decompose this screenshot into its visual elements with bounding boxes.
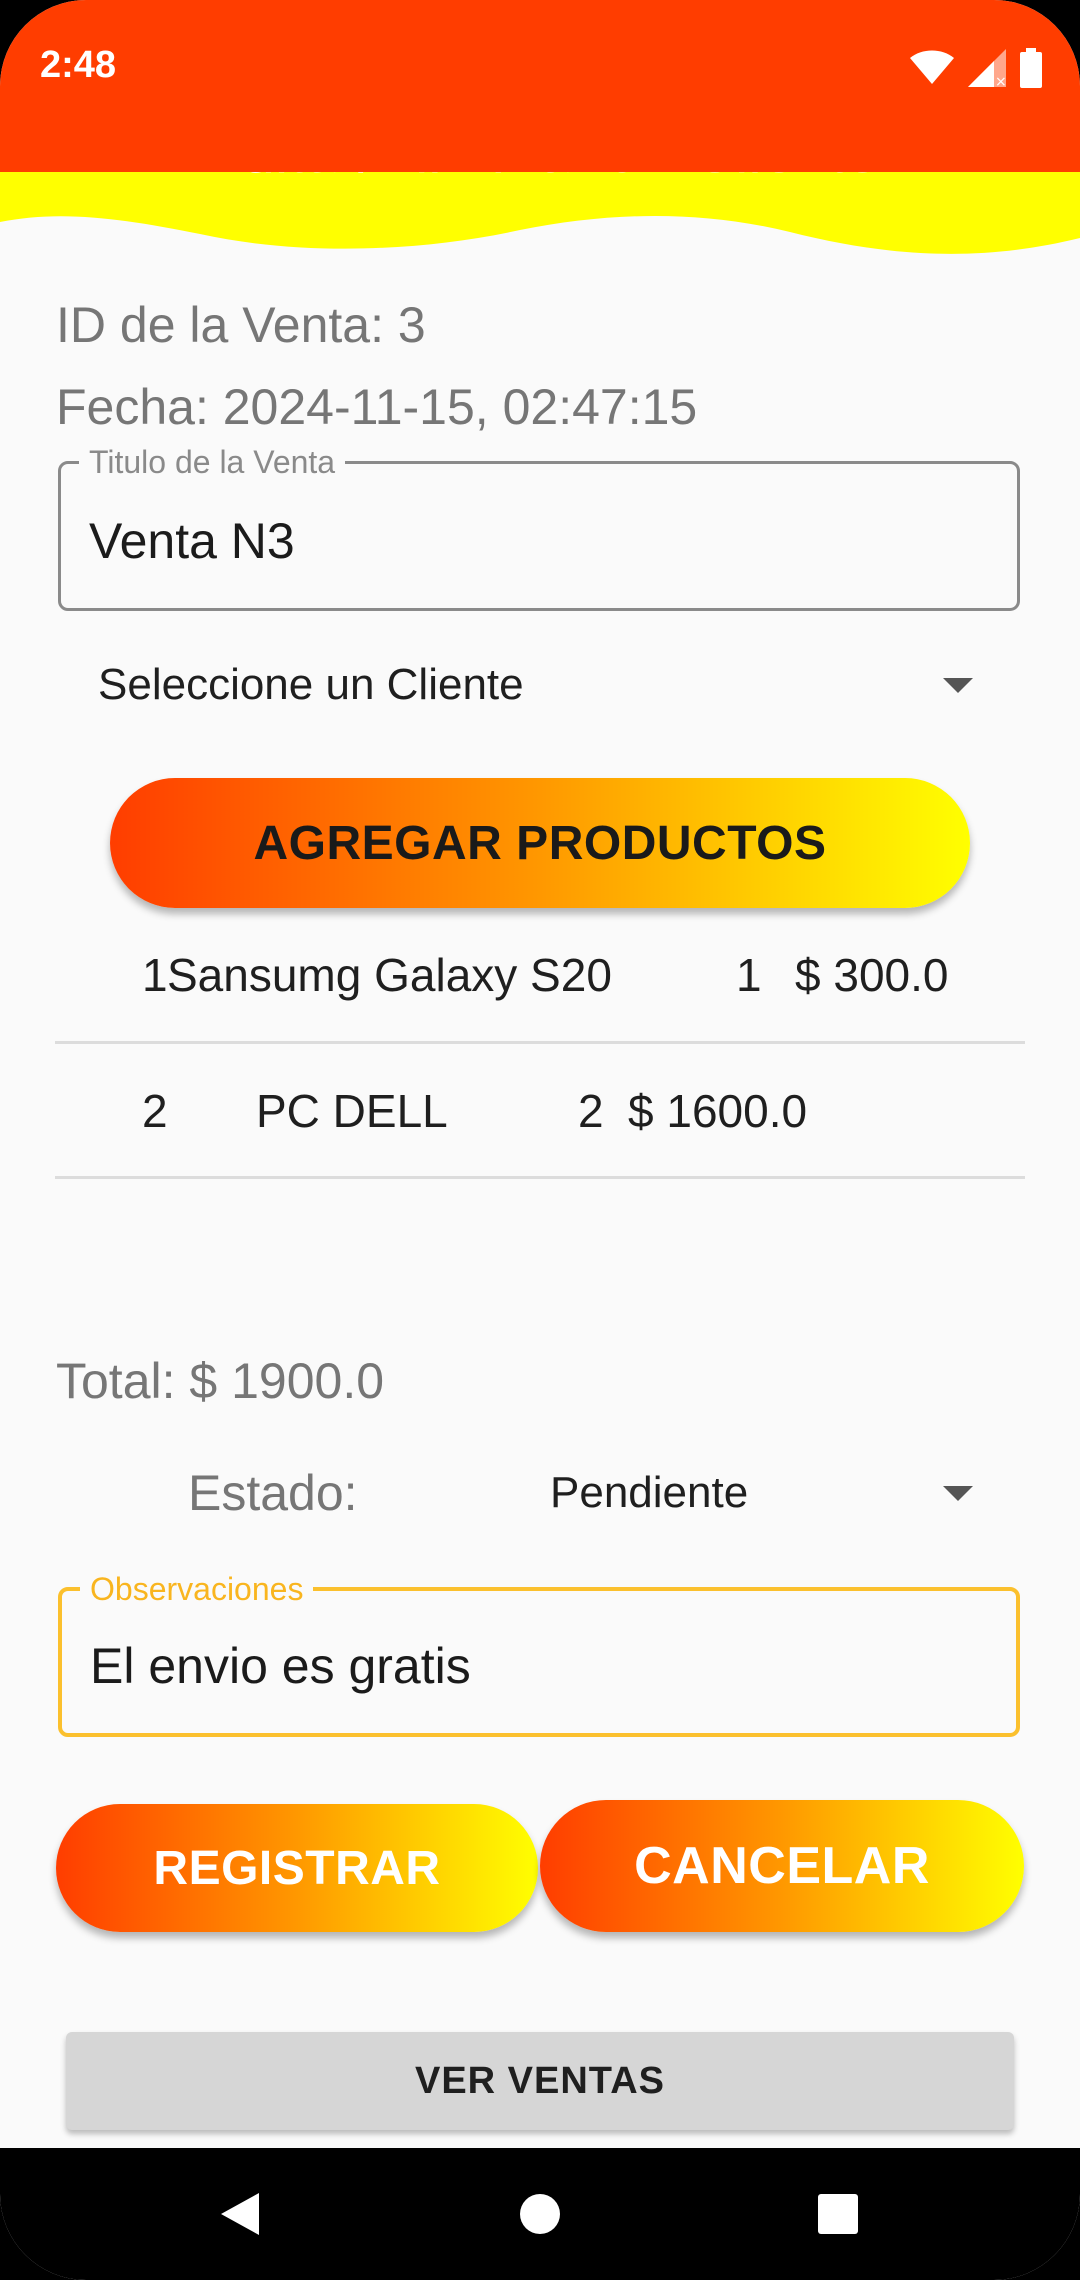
- estado-label: Estado:: [188, 1465, 358, 1521]
- product-qty: 1: [736, 949, 762, 1001]
- svg-text:×: ×: [995, 74, 1006, 87]
- observations-label: Observaciones: [80, 1571, 314, 1608]
- estado-spinner-value: Pendiente: [550, 1468, 749, 1517]
- list-divider: [55, 1041, 1025, 1044]
- product-id: 2: [142, 1085, 168, 1137]
- product-qty: 2: [578, 1085, 604, 1137]
- home-icon: [520, 2194, 560, 2234]
- sale-title-value: Venta N3: [89, 513, 295, 569]
- product-price: $ 1600.0: [628, 1085, 808, 1137]
- view-sales-button[interactable]: VER VENTAS: [66, 2032, 1014, 2130]
- home-button[interactable]: [470, 2148, 610, 2280]
- wifi-icon: [910, 50, 954, 84]
- observations-field[interactable]: Observaciones El envio es gratis: [58, 1571, 1020, 1737]
- total-label: Total: $ 1900.0: [56, 1353, 385, 1409]
- status-bar: 2:48 ×: [0, 0, 1080, 172]
- list-item[interactable]: 1 Sansumg Galaxy S20 1 $ 300.0: [0, 948, 1080, 1008]
- battery-icon: [1020, 48, 1042, 88]
- chevron-down-icon: [943, 1486, 973, 1501]
- product-id: 1: [142, 949, 168, 1001]
- app-screen: Editar/Eliminar un Cliente 2:48 × ID de …: [0, 0, 1080, 2280]
- sale-date-label: Fecha: 2024-11-15, 02:47:15: [56, 379, 698, 435]
- status-icons: ×: [910, 48, 1042, 88]
- list-item[interactable]: 2 PC DELL 2 $ 1600.0: [0, 1084, 1080, 1144]
- list-divider: [55, 1176, 1025, 1179]
- add-products-button[interactable]: AGREGAR PRODUCTOS: [110, 778, 970, 908]
- recents-button[interactable]: [768, 2148, 908, 2280]
- status-time: 2:48: [40, 44, 117, 86]
- client-spinner[interactable]: Seleccione un Cliente: [70, 640, 990, 730]
- product-price: $ 300.0: [795, 949, 949, 1001]
- recents-icon: [818, 2194, 858, 2234]
- client-spinner-value: Seleccione un Cliente: [98, 660, 524, 709]
- product-name: Sansumg Galaxy S20: [167, 949, 612, 1001]
- sale-id-label: ID de la Venta: 3: [56, 297, 426, 353]
- estado-spinner[interactable]: Pendiente: [520, 1450, 990, 1534]
- cancel-button[interactable]: CANCELAR: [540, 1800, 1024, 1932]
- back-icon: [221, 2193, 259, 2235]
- navigation-bar: [0, 2148, 1080, 2280]
- sale-title-label: Titulo de la Venta: [79, 444, 346, 481]
- product-name: PC DELL: [256, 1085, 448, 1137]
- signal-icon: ×: [968, 49, 1006, 87]
- sale-title-field[interactable]: Titulo de la Venta Venta N3: [58, 444, 1020, 611]
- register-button[interactable]: REGISTRAR: [56, 1804, 538, 1932]
- chevron-down-icon: [943, 678, 973, 693]
- back-button[interactable]: [170, 2148, 310, 2280]
- observations-value: El envio es gratis: [90, 1638, 471, 1694]
